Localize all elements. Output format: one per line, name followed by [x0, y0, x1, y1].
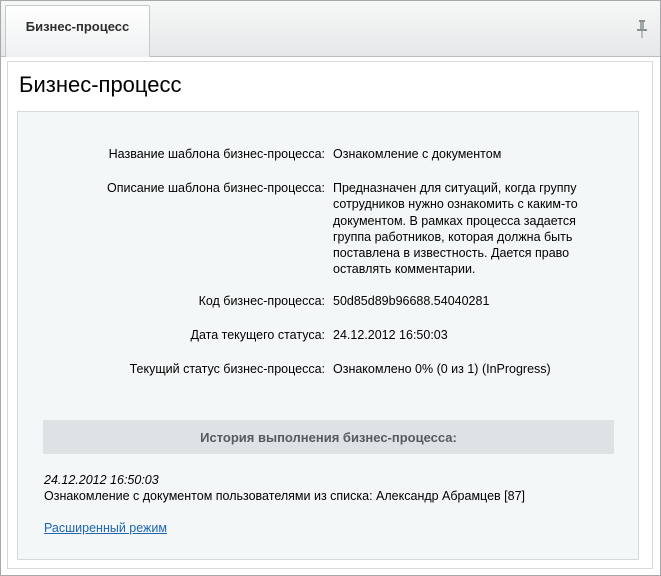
property-value: 50d85d89b96688.54040281: [333, 294, 490, 308]
property-label: Название шаблона бизнес-процесса:: [108, 147, 325, 161]
property-label: Текущий статус бизнес-процесса:: [129, 362, 325, 376]
property-label: Код бизнес-процесса:: [198, 294, 325, 308]
tab-business-process[interactable]: Бизнес-процесс: [5, 5, 150, 57]
property-value: Ознакомление с документом: [333, 147, 502, 161]
property-value: Ознакомлено 0% (0 из 1) (InProgress): [333, 362, 551, 376]
process-details-panel: Название шаблона бизнес-процесса: Ознако…: [17, 111, 639, 560]
pin-icon[interactable]: [636, 19, 648, 39]
content-area: Бизнес-процесс Название шаблона бизнес-п…: [7, 61, 653, 569]
property-value: Предназначен для ситуаций, когда группу …: [333, 181, 578, 277]
property-label: Описание шаблона бизнес-процесса:: [107, 181, 325, 195]
history-entry-date: 24.12.2012 16:50:03: [44, 473, 159, 487]
advanced-mode-link[interactable]: Расширенный режим: [44, 521, 167, 535]
business-process-window: Бизнес-процесс Бизнес-процесс Название ш…: [0, 0, 661, 576]
page-title: Бизнес-процесс: [19, 72, 182, 97]
history-entry-text: Ознакомление с документом пользователями…: [44, 489, 525, 503]
property-label: Дата текущего статуса:: [190, 328, 325, 342]
history-header: История выполнения бизнес-процесса:: [43, 420, 614, 454]
property-value: 24.12.2012 16:50:03: [333, 328, 448, 342]
tab-bar: Бизнес-процесс: [1, 1, 660, 57]
